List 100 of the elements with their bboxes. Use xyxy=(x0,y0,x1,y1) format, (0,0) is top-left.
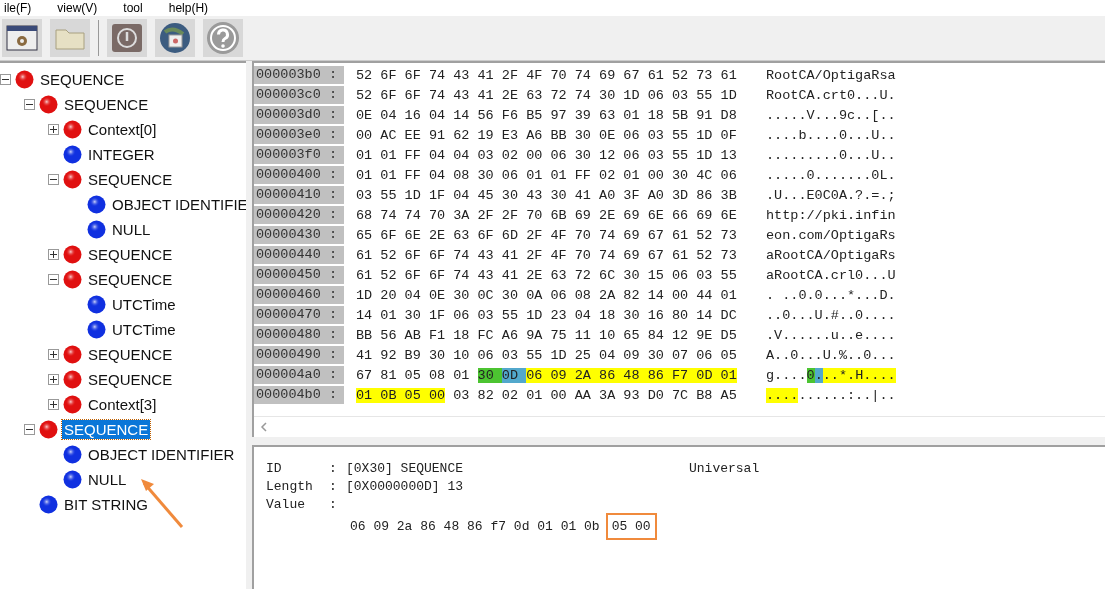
tree-item[interactable]: UTCTime xyxy=(110,320,178,339)
offset-cell: 00000480 : xyxy=(254,326,344,344)
ascii-text: .........0...U.. xyxy=(766,147,896,163)
offset-cell: 000003d0 : xyxy=(254,106,344,124)
offset-cell: 000003b0 : xyxy=(254,66,344,84)
hex-bytes: 61 52 6F 6F 74 43 41 2F 4F 70 74 69 67 61 52 73 xyxy=(356,247,738,263)
ascii-text: http://pki.infin xyxy=(766,207,896,223)
hex-bytes: 67 81 05 08 01 30 0D 06 09 2A 86 48 86 F7 0D 01 xyxy=(356,367,738,383)
ascii-text: ....b....0...U.. xyxy=(766,127,896,143)
ascii-text: . ..0.0...*...D. xyxy=(766,287,896,303)
hex-bytes: 01 01 FF 04 08 30 06 01 01 FF 02 01 00 30 4C 06 xyxy=(356,167,738,183)
tree-item[interactable]: UTCTime xyxy=(110,295,178,314)
tree-item[interactable]: SEQUENCE xyxy=(86,370,175,389)
tree-item[interactable]: SEQUENCE xyxy=(86,270,175,289)
collapse-icon[interactable] xyxy=(48,174,59,185)
ascii-text: .U...E0C0A.?.=.; xyxy=(766,187,896,203)
power-icon xyxy=(111,23,143,53)
globe-icon xyxy=(159,22,191,54)
collapse-icon[interactable] xyxy=(48,274,59,285)
menu-item[interactable]: view(V) xyxy=(57,1,98,15)
ascii-text: g....0...*.H.... xyxy=(766,367,896,383)
expand-icon[interactable] xyxy=(48,124,59,135)
tree-item[interactable]: NULL xyxy=(110,220,153,239)
toolbar-button[interactable] xyxy=(107,19,147,57)
offset-cell: 00000450 : xyxy=(254,266,344,284)
ascii-text: .V......u..e.... xyxy=(766,327,896,343)
tree-item[interactable]: Context[3] xyxy=(86,395,159,414)
ascii-text: aRootCA/OptigaRs xyxy=(766,247,896,263)
field-label: Length xyxy=(266,478,314,494)
expand-icon[interactable] xyxy=(48,374,59,385)
tree-item[interactable]: OBJECT IDENTIFIER xyxy=(86,445,237,464)
offset-cell: 00000430 : xyxy=(254,226,344,244)
offset-cell: 00000440 : xyxy=(254,246,344,264)
highlighted-bytes: 05 00 xyxy=(605,513,657,540)
tree-item[interactable]: SEQUENCE xyxy=(62,95,151,114)
offset-cell: 000004a0 : xyxy=(254,366,344,384)
tree-item[interactable]: Context[0] xyxy=(86,120,159,139)
hex-bytes: 01 0B 05 00 03 82 02 01 00 AA 3A 93 D0 7C B8 A5 xyxy=(356,387,738,403)
colon-text: : xyxy=(329,478,338,494)
offset-cell: 00000410 : xyxy=(254,186,344,204)
class-value: Universal xyxy=(689,460,760,476)
ascii-text: RootCA/OptigaRsa xyxy=(766,67,896,83)
offset-cell: 00000470 : xyxy=(254,306,344,324)
tree-item[interactable]: SEQUENCE xyxy=(62,420,151,439)
window-gear-icon xyxy=(6,24,38,52)
menu-item[interactable]: help(H) xyxy=(168,1,209,15)
ascii-text: .....V...9c..[.. xyxy=(766,107,896,123)
ascii-text: .....0.......0L. xyxy=(766,167,896,183)
hex-bytes: 61 52 6F 6F 74 43 41 2E 63 72 6C 30 15 06 03 55 xyxy=(356,267,738,283)
hex-bytes: 14 01 30 1F 06 03 55 1D 23 04 18 30 16 80 14 DC xyxy=(356,307,738,323)
field-label: ID xyxy=(266,460,283,476)
collapse-icon[interactable] xyxy=(24,99,35,110)
collapse-icon[interactable] xyxy=(0,74,11,85)
value-bytes: 06 09 2a 86 48 86 f7 0d 01 01 0b xyxy=(349,518,601,536)
toolbar-button[interactable] xyxy=(155,19,195,57)
toolbar-button[interactable] xyxy=(2,19,42,57)
collapse-icon[interactable] xyxy=(24,424,35,435)
colon-text: : xyxy=(329,460,338,476)
tree-item[interactable]: INTEGER xyxy=(86,145,157,164)
ascii-text: A..0...U.%..0... xyxy=(766,347,896,363)
hex-bytes: 68 74 74 70 3A 2F 2F 70 6B 69 2E 69 6E 66 69 6E xyxy=(356,207,738,223)
hex-bytes: 41 92 B9 30 10 06 03 55 1D 25 04 09 30 07 06 05 xyxy=(356,347,738,363)
offset-cell: 00000400 : xyxy=(254,166,344,184)
field-value: [0X0000000D] 13 xyxy=(346,478,464,494)
hex-bytes: 65 6F 6E 2E 63 6F 6D 2F 4F 70 74 69 67 61 52 73 xyxy=(356,227,738,243)
menu-item[interactable]: ile(F) xyxy=(4,1,32,15)
offset-cell: 000003e0 : xyxy=(254,126,344,144)
tree-item[interactable]: NULL xyxy=(86,470,129,489)
tree-item[interactable]: SEQUENCE xyxy=(38,70,127,89)
tree-item[interactable]: SEQUENCE xyxy=(86,345,175,364)
colon-text: : xyxy=(329,496,338,512)
field-label: Value xyxy=(266,496,306,512)
menu-item[interactable]: tool xyxy=(123,1,143,15)
hex-bytes: 0E 04 16 04 14 56 F6 B5 97 39 63 01 18 5B 91 D8 xyxy=(356,107,738,123)
hex-bytes: 03 55 1D 1F 04 45 30 43 30 41 A0 3F A0 3D 86 3B xyxy=(356,187,738,203)
offset-cell: 000003c0 : xyxy=(254,86,344,104)
offset-cell: 000003f0 : xyxy=(254,146,344,164)
ascii-text: ..........:..|.. xyxy=(766,387,896,403)
offset-cell: 00000460 : xyxy=(254,286,344,304)
ascii-text: eon.com/OptigaRs xyxy=(766,227,896,243)
offset-cell: 000004b0 : xyxy=(254,386,344,404)
expand-icon[interactable] xyxy=(48,399,59,410)
tree-item[interactable]: SEQUENCE xyxy=(86,170,175,189)
hex-bytes: BB 56 AB F1 18 FC A6 9A 75 11 10 65 84 12 9E D5 xyxy=(356,327,738,343)
hex-bytes: 52 6F 6F 74 43 41 2E 63 72 74 30 1D 06 03 55 1D xyxy=(356,87,738,103)
hex-bytes: 52 6F 6F 74 43 41 2F 4F 70 74 69 67 61 52 73 61 xyxy=(356,67,738,83)
hex-bytes: 01 01 FF 04 04 03 02 00 06 30 12 06 03 55 1D 13 xyxy=(356,147,738,163)
tree-item[interactable]: BIT STRING xyxy=(62,495,150,514)
tree-item[interactable]: SEQUENCE xyxy=(86,245,175,264)
hex-bytes: 00 AC EE 91 62 19 E3 A6 BB 30 0E 06 03 55 1D 0F xyxy=(356,127,738,143)
offset-cell: 00000420 : xyxy=(254,206,344,224)
help-icon xyxy=(206,21,240,55)
tree-item[interactable]: OBJECT IDENTIFIE xyxy=(110,195,246,214)
expand-icon[interactable] xyxy=(48,249,59,260)
expand-icon[interactable] xyxy=(48,349,59,360)
field-value: [0X30] SEQUENCE xyxy=(346,460,465,476)
ascii-text: aRootCA.crl0...U xyxy=(766,267,896,283)
hex-bytes: 1D 20 04 0E 30 0C 30 0A 06 08 2A 82 14 00 44 01 xyxy=(356,287,738,303)
scroll-left-icon[interactable] xyxy=(260,422,268,432)
offset-cell: 00000490 : xyxy=(254,346,344,364)
